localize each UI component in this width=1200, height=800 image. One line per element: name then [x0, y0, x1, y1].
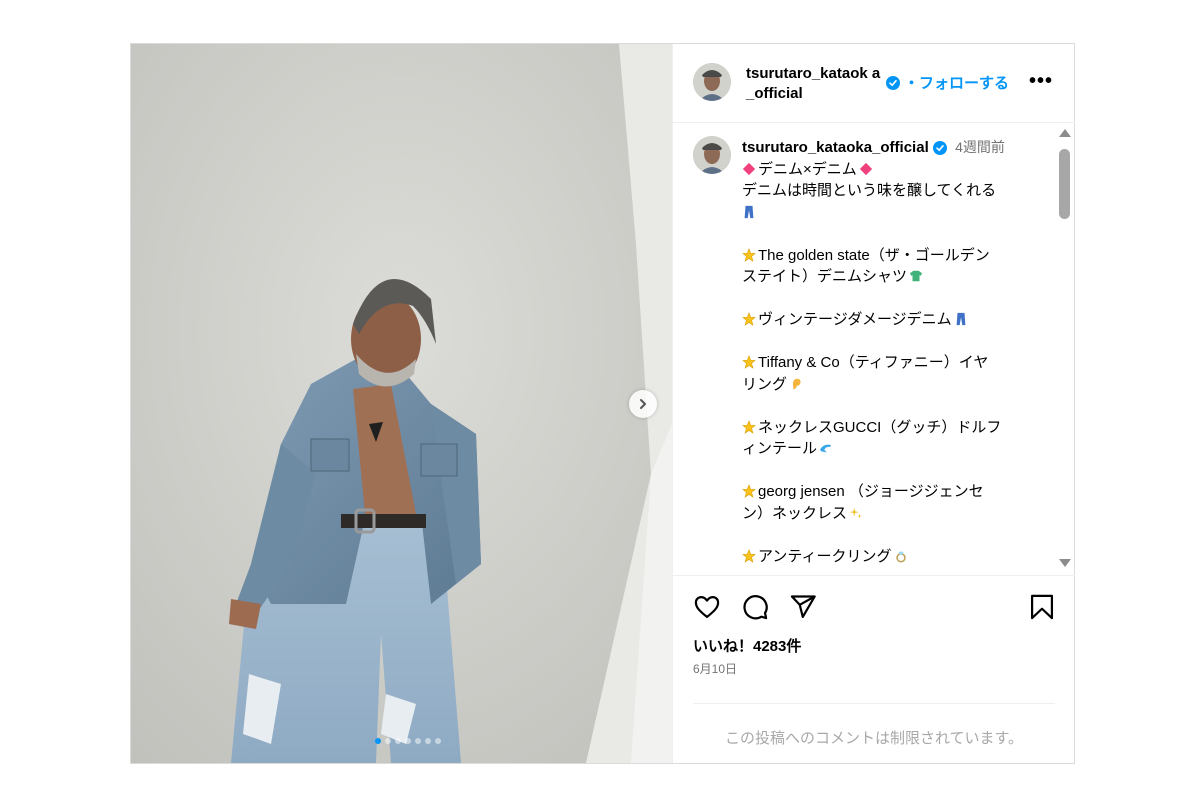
caption-line: デニムは時間という味を醸してくれる — [742, 180, 1032, 202]
caption-line-text: デニムは時間という味を醸してくれる — [742, 182, 997, 199]
caption-header: tsurutaro_kataoka_official 4週間前 — [742, 137, 1032, 159]
caption-line-text: ネックレスGUCCI（グッチ）ドルフ — [758, 418, 1002, 436]
caption-line: ヴィンテージダメージデニム — [742, 309, 1032, 331]
star-icon — [742, 483, 756, 498]
verified-badge-icon — [886, 74, 900, 92]
chevron-right-icon — [640, 399, 646, 409]
post-image[interactable] — [131, 44, 672, 763]
caption-line: ィンテール — [742, 438, 1032, 460]
diamond-pink-icon — [859, 161, 873, 175]
caption-line-text: The golden state（ザ・ゴールデン — [758, 246, 990, 264]
caption-line: デニム×デニム — [742, 159, 1032, 181]
caption-line: ネックレスGUCCI（グッチ）ドルフ — [742, 417, 1032, 439]
caption-line: ステイト）デニムシャツ — [742, 266, 1032, 288]
comment-icon[interactable] — [741, 593, 769, 621]
caption-line-text: アンティークリング — [758, 547, 892, 565]
carousel-dot — [415, 738, 421, 744]
carousel-dot — [385, 738, 391, 744]
caption-line-text: georg jensen （ジョージジェンセ — [758, 483, 984, 500]
more-options-icon[interactable]: ••• — [1029, 70, 1053, 93]
caption: tsurutaro_kataoka_official 4週間前 デニム×デニムデ… — [742, 137, 1032, 567]
carousel-dot — [425, 738, 431, 744]
caption-line: Tiffany & Co（ティファニー）イヤ — [742, 352, 1032, 374]
caption-line — [742, 202, 1032, 224]
carousel-dot — [435, 738, 441, 744]
scrollbar-thumb[interactable] — [1059, 149, 1070, 219]
caption-line-text: ステイト）デニムシャツ — [742, 268, 908, 285]
jeans-icon — [954, 311, 968, 326]
share-icon[interactable] — [789, 593, 817, 621]
star-icon — [742, 354, 756, 369]
caption-scroll-area[interactable]: tsurutaro_kataoka_official 4週間前 デニム×デニムデ… — [673, 123, 1075, 575]
caption-line: georg jensen （ジョージジェンセ — [742, 481, 1032, 503]
caption-line-text: デニム×デニム — [758, 160, 857, 178]
caption-line-text: ン）ネックレス — [742, 504, 848, 522]
photo-man-in-denim — [131, 44, 672, 763]
scrollbar[interactable] — [1056, 123, 1073, 575]
next-image-button[interactable] — [629, 390, 657, 418]
post-header: tsurutaro_kataok a_official ・フォローする ••• — [673, 44, 1075, 123]
heart-icon[interactable] — [693, 593, 721, 621]
star-icon — [742, 548, 756, 563]
scroll-down-arrow-icon[interactable] — [1059, 559, 1071, 567]
post-sidebar: tsurutaro_kataok a_official ・フォローする ••• — [672, 44, 1075, 763]
caption-line-text: Tiffany & Co（ティファニー）イヤ — [758, 354, 989, 371]
post-frame: tsurutaro_kataok a_official ・フォローする ••• — [130, 43, 1075, 764]
carousel-dot — [375, 738, 381, 744]
header-username[interactable]: tsurutaro_kataok a_official — [746, 64, 881, 104]
star-icon — [742, 419, 756, 434]
ring-icon — [894, 548, 908, 562]
caption-line: アンティークリング — [742, 546, 1032, 568]
avatar-image — [693, 136, 731, 174]
carousel-dot — [395, 738, 401, 744]
comments-limited-notice: この投稿へのコメントは制限されています。 — [724, 730, 1024, 747]
bookmark-icon[interactable] — [1029, 593, 1055, 621]
star-icon — [742, 311, 756, 326]
dolphin-icon — [819, 440, 833, 454]
caption-username[interactable]: tsurutaro_kataoka_official — [742, 139, 929, 156]
jeans-icon — [742, 204, 756, 218]
diamond-pink-icon — [742, 161, 756, 175]
star-icon — [742, 247, 756, 262]
follow-button[interactable]: ・フォローする — [904, 72, 1009, 93]
avatar[interactable] — [693, 63, 731, 101]
tshirt-icon — [909, 268, 923, 282]
caption-line-text: ヴィンテージダメージデニム — [758, 311, 952, 328]
post-date[interactable]: 6月10日 — [693, 660, 737, 677]
caption-line-text: リング — [742, 375, 788, 393]
ear-icon — [789, 376, 803, 390]
caption-line: The golden state（ザ・ゴールデン — [742, 245, 1032, 267]
caption-line: リング — [742, 374, 1032, 396]
caption-body: デニム×デニムデニムは時間という味を醸してくれる The golden state… — [742, 159, 1032, 568]
avatar-image — [693, 63, 731, 101]
carousel-dot — [405, 738, 411, 744]
carousel-indicator — [375, 738, 441, 744]
sparkles-icon — [849, 505, 863, 519]
scroll-up-arrow-icon[interactable] — [1059, 129, 1071, 137]
like-count[interactable]: いいね！4283件 — [693, 635, 801, 656]
divider — [693, 703, 1055, 704]
post-time[interactable]: 4週間前 — [955, 139, 1005, 155]
avatar[interactable] — [693, 136, 731, 174]
verified-badge-icon — [932, 141, 947, 156]
caption-line-text: ィンテール — [742, 440, 818, 457]
caption-line: ン）ネックレス — [742, 503, 1032, 525]
post-actions: いいね！4283件 6月10日 この投稿へのコメントは制限されています。 — [673, 575, 1075, 764]
